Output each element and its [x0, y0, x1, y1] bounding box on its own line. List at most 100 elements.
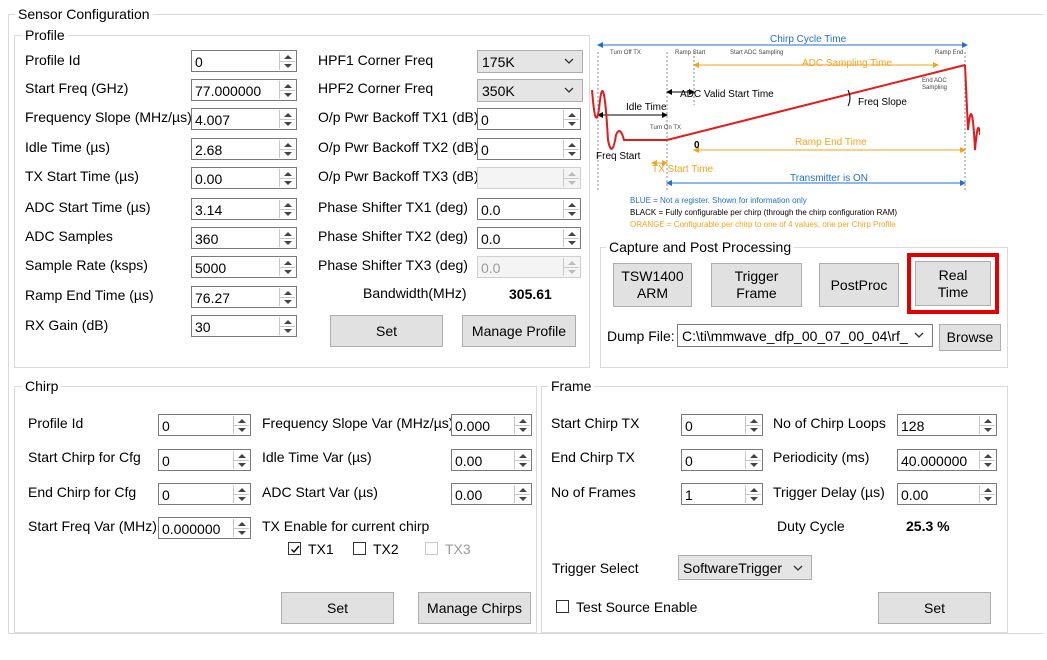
start-freq-value: 77.000000: [195, 83, 262, 99]
spin-down-icon[interactable]: [280, 149, 295, 158]
spin-down-icon[interactable]: [280, 119, 295, 128]
chirp-profile-id-spinner[interactable]: 0: [158, 414, 251, 436]
spin-down-icon[interactable]: [746, 425, 761, 434]
no-of-frames-spinner[interactable]: 1: [681, 483, 763, 505]
start-freq-spinner[interactable]: 77.000000: [191, 79, 297, 101]
spin-down-icon[interactable]: [234, 528, 249, 537]
ramp-end-time-spinner[interactable]: 76.27: [191, 286, 297, 308]
spin-down-icon[interactable]: [280, 90, 295, 99]
spin-down-icon: [564, 178, 579, 187]
tx1-checkbox[interactable]: [288, 542, 301, 555]
phase-tx3-spinner: 0.0: [477, 256, 581, 278]
postproc-button[interactable]: PostProc: [819, 263, 899, 307]
spin-down-icon[interactable]: [515, 460, 530, 469]
trigger-select-label: Trigger Select: [552, 560, 639, 576]
spin-down-icon[interactable]: [280, 326, 295, 335]
periodicity-label: Periodicity (ms): [773, 449, 870, 465]
chirp-set-button[interactable]: Set: [281, 592, 394, 624]
adc-sampling-time-label: ADC Sampling Time: [802, 58, 893, 69]
browse-button[interactable]: Browse: [939, 324, 1001, 351]
legend-blue: BLUE = Not a register. Shown for informa…: [630, 196, 807, 205]
periodicity-value: 40.000000: [901, 453, 968, 469]
real-time-button[interactable]: Real Time: [915, 261, 991, 306]
end-chirp-cfg-spinner[interactable]: 0: [158, 483, 251, 505]
spin-down-icon[interactable]: [280, 267, 295, 276]
adc-start-time-spinner[interactable]: 3.14: [191, 198, 297, 220]
profile-id-spinner[interactable]: 0: [191, 50, 297, 72]
adc-start-var-spinner[interactable]: 0.00: [451, 483, 532, 505]
rx-gain-spinner[interactable]: 30: [191, 315, 297, 337]
spin-down-icon[interactable]: [280, 238, 295, 247]
sample-rate-spinner[interactable]: 5000: [191, 256, 297, 278]
adc-samples-spinner[interactable]: 360: [191, 227, 297, 249]
start-freq-label: Start Freq (GHz): [25, 80, 129, 96]
phase-tx2-label: Phase Shifter TX2 (deg): [318, 228, 468, 244]
trigger-frame-button[interactable]: Trigger Frame: [711, 263, 802, 307]
phase-tx3-label: Phase Shifter TX3 (deg): [318, 257, 468, 273]
hpf1-select[interactable]: 175K: [477, 50, 583, 73]
periodicity-spinner[interactable]: 40.000000: [897, 449, 997, 471]
tsw1400-arm-button[interactable]: TSW1400 ARM: [613, 263, 692, 307]
manage-chirps-button[interactable]: Manage Chirps: [418, 592, 531, 624]
tx-start-time-spinner[interactable]: 0.00: [191, 167, 297, 189]
freq-slope-var-label: Frequency Slope Var (MHz/µs): [262, 415, 454, 431]
frame-set-button[interactable]: Set: [878, 592, 991, 624]
chevron-down-icon: [914, 332, 924, 338]
spin-down-icon[interactable]: [564, 119, 579, 128]
start-chirp-cfg-label: Start Chirp for Cfg: [28, 449, 141, 465]
backoff-tx2-spinner[interactable]: 0: [477, 138, 581, 160]
phase-tx1-label: Phase Shifter TX1 (deg): [318, 199, 468, 215]
profile-set-button[interactable]: Set: [330, 315, 443, 347]
spin-down-icon: [564, 267, 579, 276]
spin-down-icon[interactable]: [234, 460, 249, 469]
start-chirp-cfg-spinner[interactable]: 0: [158, 449, 251, 471]
adc-valid-start-label: ADC Valid Start Time: [680, 89, 774, 100]
spin-down-icon[interactable]: [515, 425, 530, 434]
phase-tx1-spinner[interactable]: 0.0: [477, 198, 581, 220]
spin-down-icon[interactable]: [280, 61, 295, 70]
end-chirp-cfg-value: 0: [162, 487, 170, 503]
spin-down-icon[interactable]: [980, 494, 995, 503]
tx2-checkbox[interactable]: [353, 542, 366, 555]
rx-gain-value: 30: [195, 319, 211, 335]
idle-time-spinner[interactable]: 2.68: [191, 138, 297, 160]
spin-down-icon[interactable]: [280, 178, 295, 187]
manage-profile-button[interactable]: Manage Profile: [462, 315, 576, 347]
test-source-checkbox[interactable]: [556, 600, 569, 613]
spin-down-icon[interactable]: [746, 460, 761, 469]
zero-label: 0: [694, 140, 700, 151]
start-freq-var-spinner[interactable]: 0.000000: [158, 517, 251, 539]
end-chirp-tx-label: End Chirp TX: [551, 449, 635, 465]
tx-start-time-diagram-label: TX Start Time: [652, 164, 714, 175]
trigger-delay-spinner[interactable]: 0.00: [897, 483, 997, 505]
spin-down-icon[interactable]: [564, 149, 579, 158]
adc-start-var-label: ADC Start Var (µs): [262, 484, 378, 500]
spin-down-icon[interactable]: [234, 494, 249, 503]
spin-down-icon[interactable]: [980, 425, 995, 434]
spin-down-icon[interactable]: [515, 494, 530, 503]
backoff-tx2-label: O/p Pwr Backoff TX2 (dB): [318, 139, 479, 155]
freq-slope-var-spinner[interactable]: 0.000: [451, 414, 532, 436]
checkmark-icon: [291, 545, 300, 554]
idle-time-var-spinner[interactable]: 0.00: [451, 449, 532, 471]
spin-down-icon[interactable]: [564, 209, 579, 218]
chevron-down-icon: [564, 58, 574, 64]
chirp-loops-spinner[interactable]: 128: [897, 414, 997, 436]
spin-down-icon[interactable]: [980, 460, 995, 469]
dump-file-select[interactable]: C:\ti\mmwave_dfp_00_07_00_04\rf_: [677, 324, 933, 347]
spin-down-icon[interactable]: [746, 494, 761, 503]
trigger-select[interactable]: SoftwareTrigger: [678, 555, 812, 580]
hpf2-select[interactable]: 350K: [477, 79, 583, 102]
start-chirp-tx-label: Start Chirp TX: [551, 415, 640, 431]
freq-slope-spinner[interactable]: 4.007: [191, 108, 297, 130]
end-chirp-tx-spinner[interactable]: 0: [681, 449, 763, 471]
spin-down-icon[interactable]: [280, 297, 295, 306]
spin-down-icon[interactable]: [234, 425, 249, 434]
backoff-tx1-spinner[interactable]: 0: [477, 108, 581, 130]
phase-tx2-spinner[interactable]: 0.0: [477, 227, 581, 249]
trigger-select-value: SoftwareTrigger: [683, 560, 783, 576]
ramp-end-time-value: 76.27: [195, 290, 231, 306]
spin-down-icon[interactable]: [564, 238, 579, 247]
spin-down-icon[interactable]: [280, 209, 295, 218]
start-chirp-tx-spinner[interactable]: 0: [681, 414, 763, 436]
